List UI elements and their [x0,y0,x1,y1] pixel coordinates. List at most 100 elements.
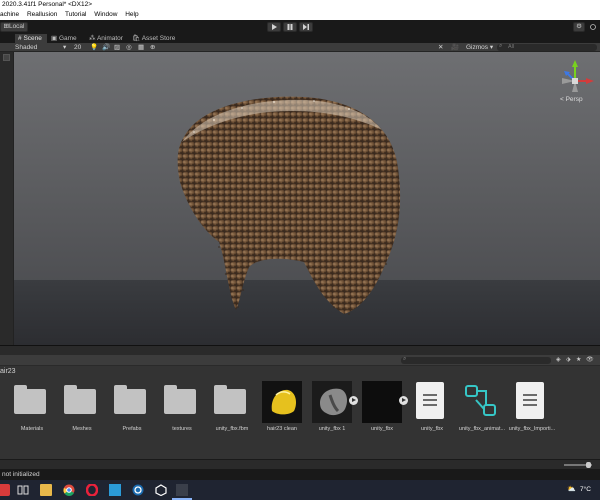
pivot-local-button[interactable]: ⊞Local [0,22,28,32]
asset-item[interactable]: hair23 clean [258,379,306,439]
temperature: 7°C [580,486,591,493]
collab-icon[interactable] [590,24,596,30]
zoom-value[interactable]: 20 [74,43,81,52]
opera-icon[interactable] [85,483,99,497]
expand-play-icon[interactable] [399,396,408,405]
tab-game-label: Game [58,35,77,42]
hidden-objects-icon[interactable]: ◎ [126,43,132,52]
scene-toolbar: Shaded ▾ 20 💡 🔊 ▨ ◎ ▦ ⊕ ✕ 🎥 Gizmos ▾ ⌕ A… [0,43,600,52]
expand-play-icon[interactable] [349,396,358,405]
weather-icon: ⛅ [567,486,576,493]
app-m-icon[interactable] [109,484,121,496]
play-button[interactable] [267,22,281,32]
asset-item[interactable]: textures [158,379,206,439]
step-button[interactable] [299,22,313,32]
gizmos-dropdown[interactable]: Gizmos ▾ [466,43,493,52]
app-icon[interactable] [0,484,10,496]
tools-icon[interactable]: ⊕ [150,43,155,52]
menu-bar: achine Reallusion Tutorial Window Help [0,10,600,20]
tab-scene-label: Scene [23,35,42,42]
project-footer [0,459,600,469]
asset-item[interactable]: unity_fbx [358,379,408,439]
os-taskbar: ⛅ 7°C [0,480,600,500]
file-explorer-icon[interactable] [40,484,52,496]
game-icon: ▣ [51,35,58,42]
gear-icon: ⚙ [576,23,582,30]
status-bar: not initialized [0,469,600,480]
tab-animator-label: Animator [96,35,123,42]
tag-icon[interactable]: ⬗ [566,356,571,363]
eye-icon[interactable]: 👁 [586,356,594,363]
menu-item-tutorial[interactable]: Tutorial [65,11,86,18]
asset-item[interactable]: unity_fbx.fbm [208,379,256,439]
window-title: 2020.3.41f1 Personal* <DX12> [0,0,600,10]
folder-icon [114,385,146,414]
app-c-icon[interactable] [132,484,144,496]
scene-search-input[interactable]: ⌕ All [497,43,597,51]
project-toolbar: ⌕ ◈ ⬗ ★ 👁 [0,355,600,366]
folder-icon [164,385,196,414]
breadcrumb-folder[interactable]: air23 [0,368,16,375]
menu-item-window[interactable]: Window [94,11,117,18]
strip-handle-icon [3,54,10,61]
material-preview-icon [262,381,302,423]
tab-asset-store-label: Asset Store [141,35,176,42]
tab-scene[interactable]: # Scene [15,34,47,43]
asset-item[interactable]: unity_fbx_animat... [458,379,506,439]
audio-icon[interactable]: 🔊 [102,43,110,52]
menu-item-machine[interactable]: achine [0,11,19,18]
unity-hub-icon[interactable] [155,484,167,497]
asset-item[interactable]: unity_fbx_Importi... [508,379,556,439]
camera-icon[interactable]: 🎥 [451,43,459,52]
hierarchy-collapsed-strip[interactable] [0,52,14,345]
settings-button[interactable]: ⚙ [573,22,585,32]
folder-icon [214,385,246,414]
thumbnail-size-slider[interactable] [564,462,592,468]
unity-editor-icon[interactable] [176,484,188,496]
animator-controller-icon [465,385,496,416]
breadcrumb[interactable]: air23 [0,366,600,377]
task-view-icon[interactable] [17,484,29,496]
shading-mode-dropdown[interactable]: Shaded ▾ [15,43,69,52]
projection-label[interactable]: < Persp [560,96,583,103]
lighting-icon[interactable]: 💡 [90,43,98,52]
tools-dropdown-icon[interactable]: ✕ [438,43,443,52]
project-search-input[interactable]: ⌕ [401,356,551,364]
status-text: not initialized [2,471,40,478]
scene-viewport[interactable] [14,52,600,345]
document-icon [416,382,444,419]
favorite-icon[interactable]: ★ [576,356,581,363]
store-icon: 🛍 [132,35,141,42]
asset-label-icon[interactable]: ◈ [556,356,561,363]
pause-icon [287,24,293,30]
asset-item[interactable]: Prefabs [108,379,156,439]
asset-label: unity_fbx_Importi... [508,426,556,432]
local-label: Local [8,23,25,30]
asset-item[interactable]: Materials [8,379,56,439]
pause-button[interactable] [283,22,297,32]
asset-item[interactable]: Meshes [58,379,106,439]
tab-animator[interactable]: ⁂ Animator [86,34,126,43]
tab-asset-store[interactable]: 🛍 Asset Store [129,34,176,43]
gizmos-label: Gizmos [466,44,489,51]
project-tabs-bar [0,345,600,355]
play-icon [272,24,277,30]
folder-icon [14,385,46,414]
asset-item[interactable]: unity_fbx [408,379,456,439]
hair-mesh [177,96,401,315]
tab-game[interactable]: ▣ Game [48,34,78,43]
search-placeholder: All [508,44,515,50]
hash-icon: # [18,35,22,42]
search-icon: ⌕ [499,43,503,49]
step-icon [303,24,309,30]
asset-item[interactable]: unity_fbx 1 [308,379,358,439]
asset-grid: Materials Meshes Prefabs textures unity_… [0,377,600,459]
menu-item-help[interactable]: Help [125,11,138,18]
chrome-icon[interactable] [63,484,75,496]
effects-icon[interactable]: ▨ [114,43,120,52]
document-icon [516,382,544,419]
main-toolbar: ⊞Local ⚙ [0,20,600,34]
model-preview-icon [312,381,352,423]
grid-icon[interactable]: ▦ [138,43,144,52]
menu-item-reallusion[interactable]: Reallusion [27,11,57,18]
